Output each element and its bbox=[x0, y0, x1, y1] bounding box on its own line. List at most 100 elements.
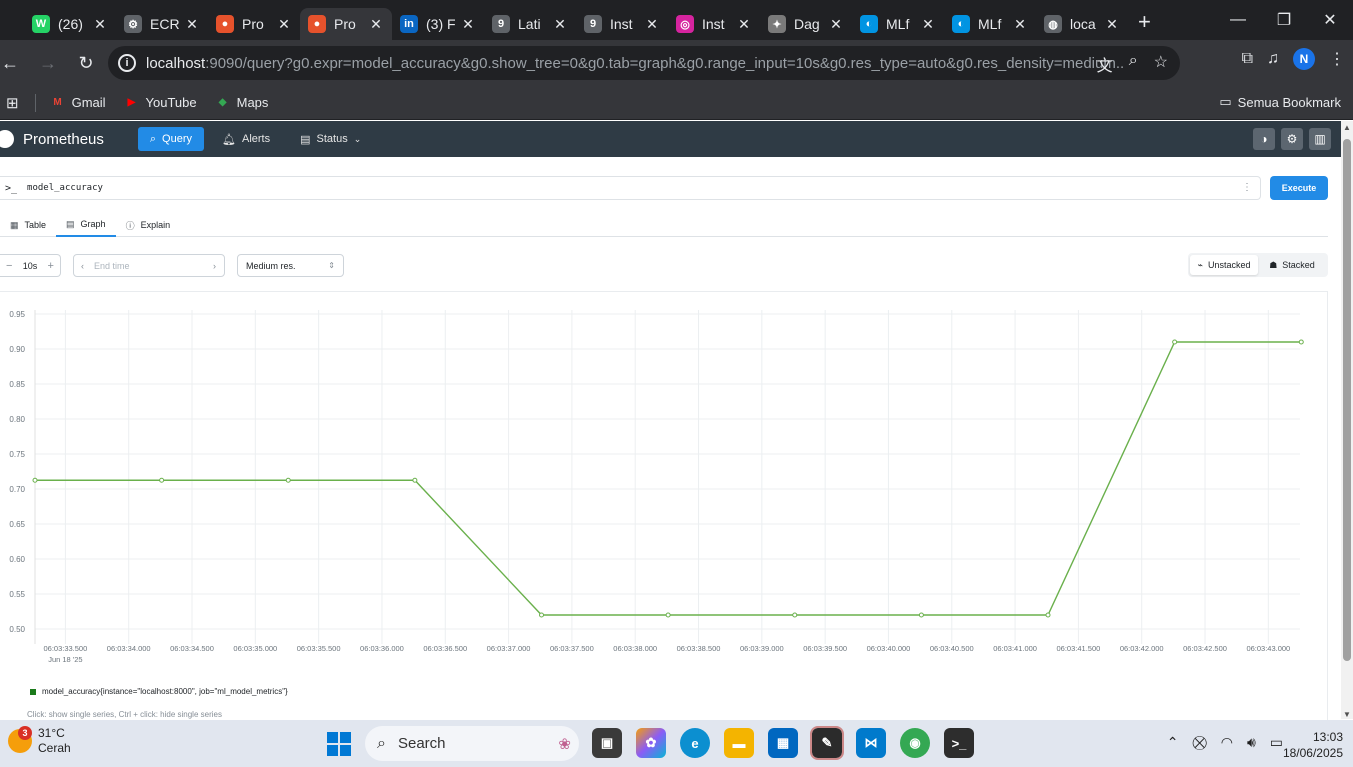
end-time-picker[interactable]: ‹ End time › bbox=[73, 254, 225, 277]
legend-label[interactable]: model_accuracy{instance="localhost:8000"… bbox=[42, 687, 288, 696]
close-tab-icon[interactable]: ✕ bbox=[276, 16, 292, 33]
nav-query-button[interactable]: ⌕ Query bbox=[137, 127, 205, 151]
line-chart[interactable]: 0.95 0.90 0.85 0.80 0.75 0.70 0.65 0.60 0.55 0.50… bbox=[0, 291, 1341, 721]
query-expression[interactable]: model_accuracy bbox=[27, 183, 103, 193]
sticky-notes-icon[interactable]: ✎ bbox=[810, 726, 844, 760]
unstacked-button[interactable]: ⌁ Unstacked bbox=[1190, 255, 1258, 275]
translate-icon[interactable]: 文 bbox=[1097, 52, 1113, 76]
minus-icon[interactable]: − bbox=[6, 260, 12, 272]
media-control-icon[interactable]: ♫ bbox=[1267, 50, 1279, 68]
bookmark-item[interactable]: M Gmail bbox=[50, 95, 105, 111]
terminal-icon[interactable]: >_ bbox=[944, 728, 974, 758]
close-tab-icon[interactable]: ✕ bbox=[368, 16, 384, 33]
forward-icon[interactable]: → bbox=[30, 45, 66, 81]
maps-icon: ◆ bbox=[218, 97, 227, 108]
prometheus-logo[interactable]: Prometheus bbox=[0, 130, 104, 148]
browser-tab[interactable]: 9 Lati ✕ bbox=[484, 8, 576, 40]
browser-tab[interactable]: 9 Inst ✕ bbox=[576, 8, 668, 40]
range-value[interactable]: 10s bbox=[23, 261, 38, 271]
close-tab-icon[interactable]: ✕ bbox=[828, 16, 844, 33]
page-scrollbar[interactable]: ▲ ▼ bbox=[1341, 121, 1353, 719]
close-tab-icon[interactable]: ✕ bbox=[460, 16, 476, 33]
taskbar-clock[interactable]: 13:03 18/06/2025 bbox=[1283, 729, 1343, 761]
resolution-select[interactable]: Medium res. ⇕ bbox=[237, 254, 344, 277]
stacked-button[interactable]: ☗ Stacked bbox=[1258, 255, 1326, 275]
end-time-placeholder[interactable]: End time bbox=[94, 261, 130, 271]
browser-tab[interactable]: ◐ MLf ✕ bbox=[852, 8, 944, 40]
battery-icon[interactable]: ▭ bbox=[1270, 734, 1283, 751]
close-tab-icon[interactable]: ✕ bbox=[1104, 16, 1120, 33]
close-tab-icon[interactable]: ✕ bbox=[644, 16, 660, 33]
graph-legend[interactable]: model_accuracy{instance="localhost:8000"… bbox=[30, 687, 288, 696]
browser-tab[interactable]: in (3) F ✕ bbox=[392, 8, 484, 40]
vpn-icon[interactable]: ⛒ bbox=[1192, 734, 1206, 751]
taskbar-search[interactable]: ⌕ Search ❀ bbox=[365, 726, 579, 761]
tab-graph[interactable]: ▤ Graph bbox=[56, 213, 116, 237]
new-tab-icon[interactable]: + bbox=[1138, 9, 1151, 35]
extensions-icon[interactable]: ⧉ bbox=[1242, 50, 1253, 68]
range-stepper[interactable]: − 10s + bbox=[0, 254, 61, 277]
nav-alerts-button[interactable]: 🔔︎ Alerts bbox=[210, 127, 282, 151]
server-icon: ▤ bbox=[300, 133, 311, 146]
nav-status-button[interactable]: ▤ Status ⌄ bbox=[288, 127, 373, 151]
browser-tab[interactable]: ✦ Dag ✕ bbox=[760, 8, 852, 40]
zoom-icon[interactable]: ⌕ bbox=[1129, 52, 1138, 76]
close-tab-icon[interactable]: ✕ bbox=[736, 16, 752, 33]
file-explorer-icon[interactable]: ▬ bbox=[724, 728, 754, 758]
chevron-up-icon[interactable]: ⌃ bbox=[1167, 734, 1179, 751]
browser-tab[interactable]: ◐ MLf ✕ bbox=[944, 8, 1036, 40]
back-icon[interactable]: ← bbox=[0, 45, 28, 81]
close-tab-icon[interactable]: ✕ bbox=[1012, 16, 1028, 33]
restore-icon[interactable]: ❐ bbox=[1261, 0, 1307, 40]
docs-book-icon[interactable]: ▥ bbox=[1309, 128, 1331, 150]
browser-tab[interactable]: ◎ Inst ✕ bbox=[668, 8, 760, 40]
query-input[interactable]: >_ model_accuracy ⋮ bbox=[0, 176, 1261, 200]
browser-tab[interactable]: ◍ loca ✕ bbox=[1036, 8, 1128, 40]
minimize-icon[interactable]: — bbox=[1215, 0, 1261, 40]
browser-tab[interactable]: W (26) ✕ bbox=[24, 8, 116, 40]
x-tick-label: 06:03:38.500 bbox=[677, 644, 721, 653]
chevron-right-icon[interactable]: › bbox=[213, 261, 216, 271]
weather-widget[interactable]: 3 31°C Cerah bbox=[8, 726, 71, 756]
plus-icon[interactable]: + bbox=[48, 260, 54, 272]
close-window-icon[interactable]: ✕ bbox=[1307, 0, 1353, 40]
close-tab-icon[interactable]: ✕ bbox=[92, 16, 108, 33]
bookmark-item[interactable]: ◆ Maps bbox=[215, 95, 269, 111]
chrome-icon[interactable]: ◉ bbox=[900, 728, 930, 758]
close-tab-icon[interactable]: ✕ bbox=[552, 16, 568, 33]
profile-avatar[interactable]: N bbox=[1293, 48, 1315, 70]
tab-explain[interactable]: ⓘ Explain bbox=[116, 213, 181, 237]
wifi-icon[interactable]: ◠ bbox=[1221, 734, 1233, 751]
close-tab-icon[interactable]: ✕ bbox=[184, 16, 200, 33]
edge-icon[interactable]: e bbox=[680, 728, 710, 758]
tab-graph-label: Graph bbox=[80, 219, 106, 229]
browser-tab[interactable]: ● Pro ✕ bbox=[208, 8, 300, 40]
vscode-icon[interactable]: ⋈ bbox=[856, 728, 886, 758]
browser-tab[interactable]: ⚙ ECR ✕ bbox=[116, 8, 208, 40]
copilot-icon[interactable]: ✿ bbox=[636, 728, 666, 758]
all-bookmarks[interactable]: ▭ Semua Bookmark bbox=[1219, 94, 1341, 110]
bookmark-item[interactable]: ▶ YouTube bbox=[124, 95, 197, 111]
menu-icon[interactable]: ⋮ bbox=[1329, 49, 1345, 69]
address-bar[interactable]: i localhost:9090/query?g0.expr=model_acc… bbox=[108, 46, 1180, 80]
store-icon[interactable]: ▦ bbox=[768, 728, 798, 758]
volume-icon[interactable]: 🔊︎ bbox=[1247, 734, 1256, 751]
theme-toggle-icon[interactable]: ◑ bbox=[1253, 128, 1275, 150]
scroll-down-icon[interactable]: ▼ bbox=[1341, 710, 1353, 719]
scroll-up-icon[interactable]: ▲ bbox=[1341, 123, 1353, 132]
task-view-icon[interactable]: ▣ bbox=[592, 728, 622, 758]
bookmark-star-icon[interactable]: ☆ bbox=[1154, 52, 1168, 76]
windows-start-icon[interactable] bbox=[327, 732, 351, 756]
query-options-icon[interactable]: ⋮ bbox=[1242, 182, 1252, 193]
scrollbar-thumb[interactable] bbox=[1343, 139, 1351, 661]
settings-gear-icon[interactable]: ⚙ bbox=[1281, 128, 1303, 150]
browser-tab[interactable]: ● Pro ✕ bbox=[300, 8, 392, 40]
execute-button[interactable]: Execute bbox=[1270, 176, 1328, 200]
stack-mode-toggle: ⌁ Unstacked ☗ Stacked bbox=[1188, 253, 1328, 277]
tab-table[interactable]: ▦ Table bbox=[0, 213, 56, 237]
site-info-icon[interactable]: i bbox=[118, 54, 136, 72]
reload-icon[interactable]: ↻ bbox=[68, 45, 104, 81]
close-tab-icon[interactable]: ✕ bbox=[920, 16, 936, 33]
apps-grid-icon[interactable]: ⊞ bbox=[6, 94, 19, 112]
chevron-left-icon[interactable]: ‹ bbox=[81, 261, 84, 271]
